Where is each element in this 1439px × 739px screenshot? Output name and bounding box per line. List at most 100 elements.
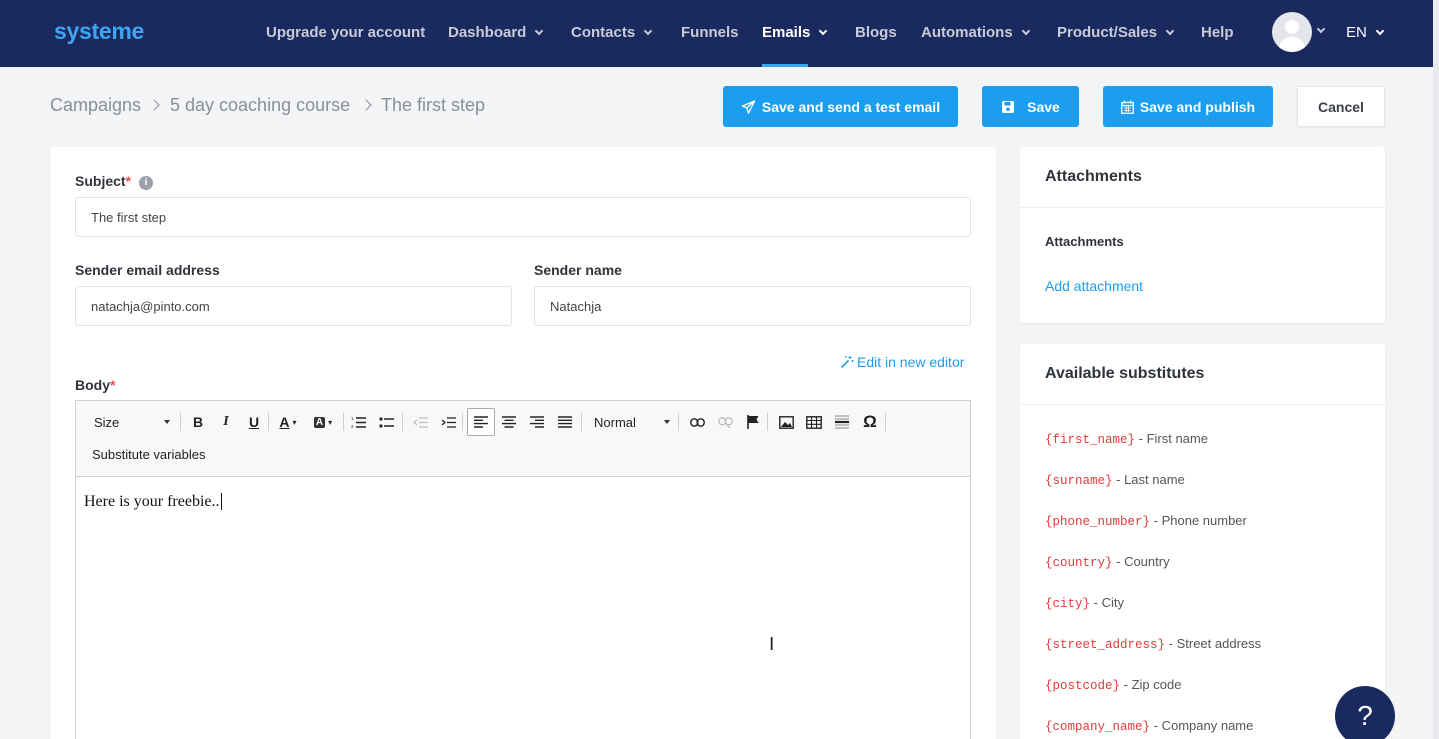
special-character-icon[interactable]: Ω xyxy=(860,412,880,432)
substitute-code[interactable]: {street_address} xyxy=(1045,638,1165,652)
substitute-code[interactable]: {company_name} xyxy=(1045,720,1150,734)
sender-name-input[interactable]: Natachja xyxy=(534,286,971,326)
substitute-code[interactable]: {postcode} xyxy=(1045,679,1120,693)
dropdown-arrow-icon xyxy=(164,420,170,424)
substitute-code[interactable]: {country} xyxy=(1045,556,1113,570)
save-button[interactable]: Save xyxy=(982,86,1079,127)
nav-product-sales[interactable]: Product/Sales xyxy=(1057,24,1175,41)
toolbar-separator xyxy=(180,413,181,431)
substitute-item: {postcode} - Zip code xyxy=(1045,677,1181,693)
nav-blogs[interactable]: Blogs xyxy=(855,24,897,41)
chevron-down-icon xyxy=(1375,26,1385,36)
align-left-icon[interactable] xyxy=(471,412,491,432)
breadcrumb-course[interactable]: 5 day coaching course xyxy=(170,95,350,116)
nav-contacts-label: Contacts xyxy=(571,24,636,41)
substitute-item: {country} - Country xyxy=(1045,554,1170,570)
substitute-item: {first_name} - First name xyxy=(1045,431,1208,447)
substitute-description: - Last name xyxy=(1112,472,1185,487)
table-icon[interactable] xyxy=(804,412,824,432)
required-mark: * xyxy=(125,173,132,189)
unlink-icon[interactable] xyxy=(715,412,735,432)
align-right-icon[interactable] xyxy=(527,412,547,432)
substitute-code[interactable]: {surname} xyxy=(1045,474,1113,488)
card-divider xyxy=(1020,207,1385,208)
nav-funnels[interactable]: Funnels xyxy=(681,24,739,41)
sender-email-label: Sender email address xyxy=(75,262,220,278)
edit-in-new-editor-link[interactable]: Edit in new editor xyxy=(840,354,964,370)
editor-body-text[interactable]: Here is your freebie.. xyxy=(84,493,222,511)
align-justify-icon[interactable] xyxy=(555,412,575,432)
user-avatar[interactable] xyxy=(1272,12,1312,52)
substitute-item: {phone_number} - Phone number xyxy=(1045,513,1247,529)
bulleted-list-icon[interactable] xyxy=(376,412,396,432)
body-label: Body* xyxy=(75,377,115,393)
dropdown-arrow-icon xyxy=(664,420,670,424)
subject-label-text: Subject xyxy=(75,173,126,189)
indent-icon[interactable] xyxy=(438,412,458,432)
link-icon[interactable] xyxy=(687,412,707,432)
sender-email-input[interactable]: natachja@pinto.com xyxy=(75,286,512,326)
systeme-logo[interactable]: systeme xyxy=(54,18,144,45)
substitute-description: - First name xyxy=(1135,431,1208,446)
text-caret xyxy=(220,493,222,510)
align-center-icon[interactable] xyxy=(499,412,519,432)
anchor-flag-icon[interactable] xyxy=(743,412,763,432)
add-attachment-link[interactable]: Add attachment xyxy=(1045,278,1143,294)
save-and-send-test-button[interactable]: Save and send a test email xyxy=(723,86,958,127)
nav-product-sales-label: Product/Sales xyxy=(1057,24,1158,41)
sender-name-label: Sender name xyxy=(534,262,622,278)
help-chat-button[interactable]: ? xyxy=(1335,686,1395,739)
breadcrumb-current: The first step xyxy=(381,95,486,115)
font-size-select[interactable]: Size xyxy=(94,415,170,430)
outdent-icon[interactable] xyxy=(410,412,430,432)
save-and-publish-button[interactable]: Save and publish xyxy=(1103,86,1273,127)
horizontal-line-icon[interactable] xyxy=(832,412,852,432)
toolbar-separator xyxy=(581,413,582,431)
magic-wand-icon xyxy=(840,356,854,369)
bold-icon[interactable]: B xyxy=(188,412,208,432)
save-label: Save xyxy=(1027,98,1060,115)
substitute-description: - Country xyxy=(1112,554,1170,569)
nav-upgrade-account[interactable]: Upgrade your account xyxy=(266,24,425,41)
italic-icon[interactable]: I xyxy=(216,412,236,432)
substitute-variables-button[interactable]: Substitute variables xyxy=(92,447,205,462)
font-size-label: Size xyxy=(94,415,120,430)
underline-icon[interactable]: U xyxy=(244,412,264,432)
account-menu-toggle[interactable] xyxy=(1316,22,1326,39)
language-selector[interactable]: EN xyxy=(1346,24,1385,41)
substitute-code[interactable]: {first_name} xyxy=(1045,433,1135,447)
text-color-icon[interactable]: A ▾ xyxy=(274,412,302,432)
nav-dashboard[interactable]: Dashboard xyxy=(448,24,544,41)
nav-contacts[interactable]: Contacts xyxy=(571,24,653,41)
top-navbar: systeme Upgrade your account Dashboard C… xyxy=(0,0,1439,67)
numbered-list-icon[interactable]: 12 xyxy=(348,412,368,432)
chevron-down-icon xyxy=(819,26,828,36)
page-scrollbar[interactable] xyxy=(1433,0,1439,739)
subject-input[interactable]: The first step xyxy=(75,197,971,237)
cancel-button[interactable]: Cancel xyxy=(1297,86,1385,127)
substitute-code[interactable]: {city} xyxy=(1045,597,1090,611)
breadcrumb-separator-icon xyxy=(360,99,372,111)
background-color-icon[interactable]: A ▾ xyxy=(308,412,338,432)
nav-automations[interactable]: Automations xyxy=(921,24,1030,41)
substitute-code[interactable]: {phone_number} xyxy=(1045,515,1150,529)
attachments-subtitle: Attachments xyxy=(1045,234,1124,249)
breadcrumb-campaigns[interactable]: Campaigns xyxy=(50,95,141,116)
paragraph-format-select[interactable]: Normal xyxy=(594,415,670,430)
edit-in-new-editor-label: Edit in new editor xyxy=(857,354,965,370)
body-label-text: Body xyxy=(75,377,110,393)
required-mark: * xyxy=(110,377,116,393)
image-icon[interactable] xyxy=(776,412,796,432)
substitute-item: {city} - City xyxy=(1045,595,1124,611)
info-icon[interactable]: i xyxy=(139,176,154,190)
nav-automations-label: Automations xyxy=(921,24,1013,41)
paper-plane-icon xyxy=(741,99,756,114)
toolbar-separator xyxy=(885,413,886,431)
nav-emails[interactable]: Emails xyxy=(762,24,828,41)
nav-help[interactable]: Help xyxy=(1201,24,1234,41)
chevron-down-icon xyxy=(535,26,544,36)
floppy-disk-icon xyxy=(1002,100,1015,113)
paragraph-format-label: Normal xyxy=(594,415,636,430)
substitute-description: - Street address xyxy=(1165,636,1262,651)
chevron-down-icon xyxy=(1165,26,1175,36)
